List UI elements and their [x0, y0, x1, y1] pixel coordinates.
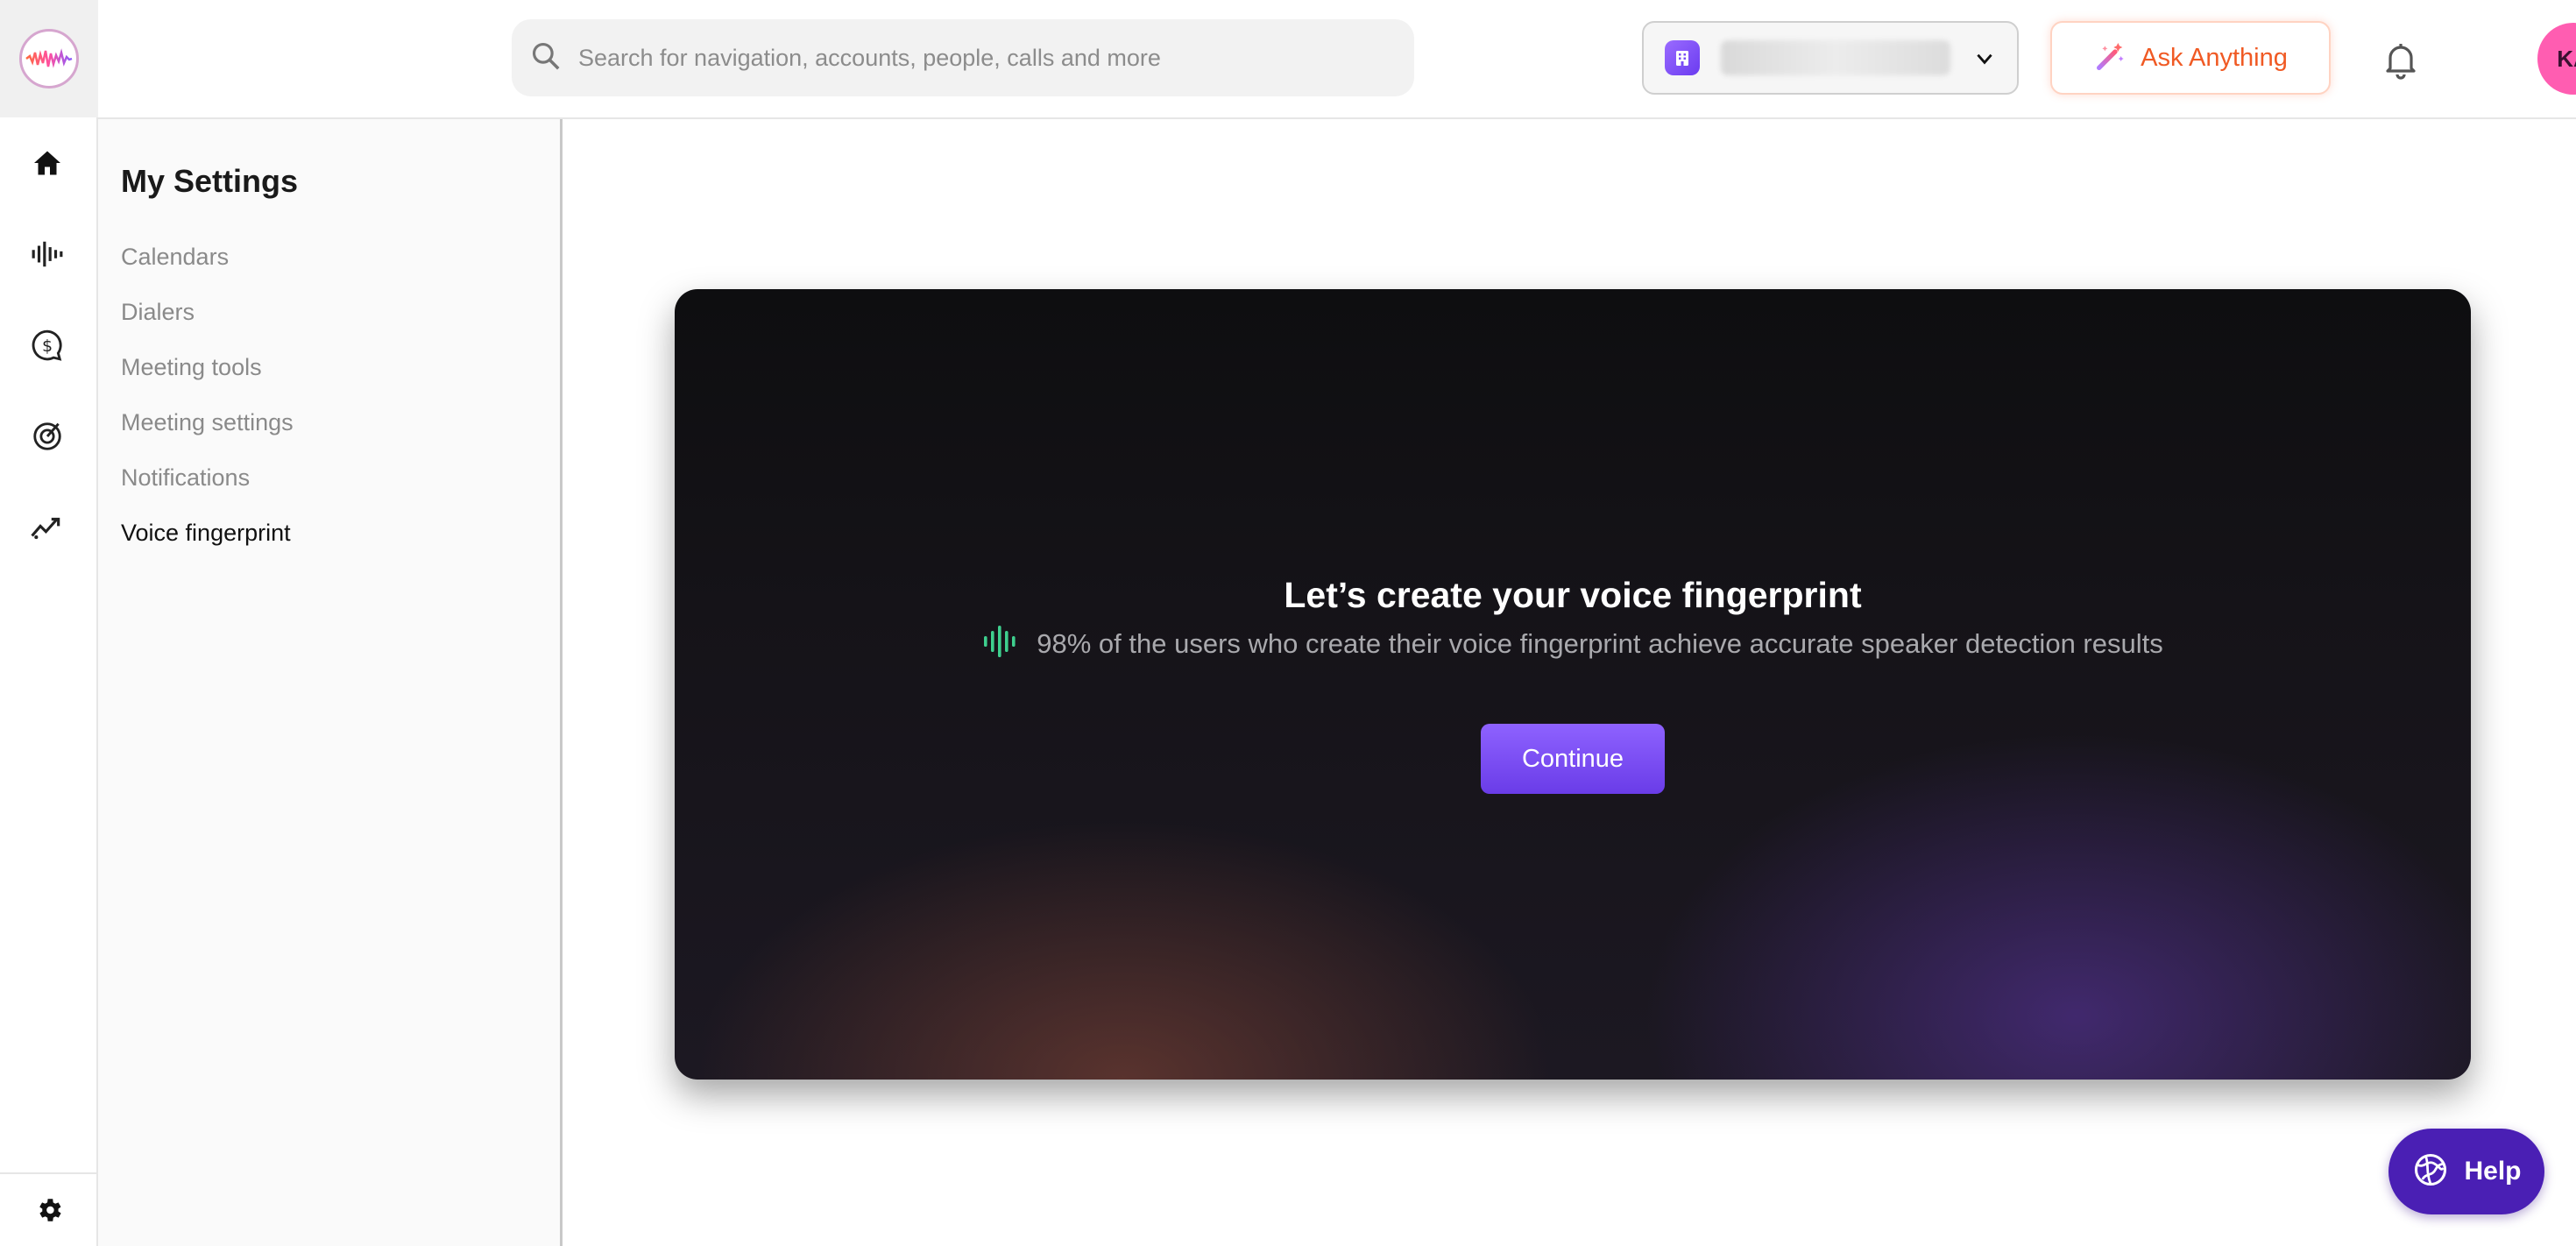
settings-item-dialers[interactable]: Dialers: [121, 299, 195, 326]
logo-container[interactable]: [0, 0, 98, 117]
settings-item-meeting-settings[interactable]: Meeting settings: [121, 409, 294, 436]
home-icon[interactable]: [25, 140, 70, 186]
settings-item-meeting-tools[interactable]: Meeting tools: [121, 354, 262, 381]
user-avatar[interactable]: KA: [2537, 23, 2576, 95]
help-button[interactable]: Help: [2388, 1129, 2544, 1214]
building-icon: [1665, 40, 1700, 75]
organization-name-redacted: [1721, 40, 1950, 75]
logo-waveform-icon: [25, 48, 73, 68]
settings-item-notifications[interactable]: Notifications: [121, 464, 250, 492]
ask-anything-label: Ask Anything: [2141, 43, 2288, 72]
ask-anything-button[interactable]: Ask Anything: [2050, 21, 2331, 95]
settings-item-voice-fingerprint[interactable]: Voice fingerprint: [121, 520, 291, 547]
rail-bottom: [0, 1172, 98, 1246]
top-bar: Ask Anything KA: [98, 0, 2576, 119]
app-logo[interactable]: [19, 29, 79, 88]
chevron-down-icon: [1977, 53, 1992, 65]
organization-selector[interactable]: [1642, 21, 2019, 95]
app-root: { "topbar": { "search_placeholder": "Sea…: [0, 0, 2576, 1246]
help-label: Help: [2464, 1157, 2522, 1186]
deals-icon[interactable]: $: [25, 322, 70, 368]
green-waveform-icon: [982, 626, 1017, 662]
svg-text:$: $: [42, 336, 53, 356]
card-subtitle: 98% of the users who create their voice …: [1037, 627, 2163, 659]
search-icon: [529, 39, 563, 77]
globe-icon: [2411, 1150, 2450, 1193]
settings-item-calendars[interactable]: Calendars: [121, 244, 229, 271]
magic-wand-icon: [2093, 39, 2128, 78]
voice-fingerprint-card: Let’s create your voice fingerprint 98% …: [675, 289, 2471, 1080]
search-bar[interactable]: [512, 19, 1414, 96]
settings-gear-icon[interactable]: [32, 1193, 67, 1228]
continue-button[interactable]: Continue: [1481, 724, 1665, 794]
card-title: Let’s create your voice fingerprint: [1284, 575, 1862, 615]
waveform-icon[interactable]: [25, 231, 70, 277]
settings-title: My Settings: [121, 163, 299, 199]
settings-sidebar: My Settings Calendars Dialers Meeting to…: [98, 119, 563, 1246]
trend-icon[interactable]: [25, 505, 70, 550]
notifications-bell-icon[interactable]: [2380, 39, 2422, 81]
target-icon[interactable]: [25, 414, 70, 459]
card-subtitle-row: 98% of the users who create their voice …: [675, 626, 2471, 662]
left-rail: $: [0, 0, 98, 1246]
search-input[interactable]: [578, 44, 1367, 72]
